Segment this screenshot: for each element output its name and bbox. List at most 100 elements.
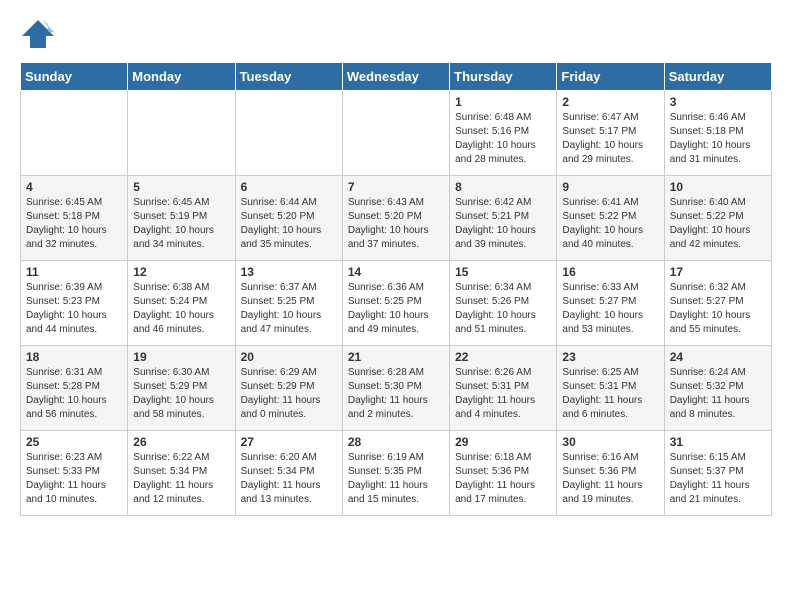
- calendar-cell: 10 Sunrise: 6:40 AM Sunset: 5:22 PM Dayli…: [664, 176, 771, 261]
- day-info: Sunrise: 6:29 AM Sunset: 5:29 PM Dayligh…: [241, 366, 337, 422]
- calendar-cell: 9 Sunrise: 6:41 AM Sunset: 5:22 PM Daylig…: [557, 176, 664, 261]
- weekday-header-friday: Friday: [557, 63, 664, 91]
- calendar-table: SundayMondayTuesdayWednesdayThursdayFrid…: [20, 62, 772, 516]
- day-number: 3: [670, 95, 766, 109]
- weekday-header-tuesday: Tuesday: [235, 63, 342, 91]
- day-number: 29: [455, 435, 551, 449]
- calendar-cell: 16 Sunrise: 6:33 AM Sunset: 5:27 PM Dayli…: [557, 261, 664, 346]
- day-number: 23: [562, 350, 658, 364]
- calendar-cell: 26 Sunrise: 6:22 AM Sunset: 5:34 PM Dayli…: [128, 431, 235, 516]
- day-number: 1: [455, 95, 551, 109]
- day-number: 19: [133, 350, 229, 364]
- day-info: Sunrise: 6:33 AM Sunset: 5:27 PM Dayligh…: [562, 281, 658, 337]
- calendar-cell: 27 Sunrise: 6:20 AM Sunset: 5:34 PM Dayli…: [235, 431, 342, 516]
- calendar-cell: 15Sunrise: 6:34 AM Sunset: 5:26 PM Dayli…: [450, 261, 557, 346]
- calendar-cell: [128, 91, 235, 176]
- calendar-cell: 19 Sunrise: 6:30 AM Sunset: 5:29 PM Dayli…: [128, 346, 235, 431]
- day-info: Sunrise: 6:45 AM Sunset: 5:18 PM Dayligh…: [26, 196, 122, 252]
- day-number: 9: [562, 180, 658, 194]
- day-number: 14: [348, 265, 444, 279]
- day-number: 5: [133, 180, 229, 194]
- day-info: Sunrise: 6:40 AM Sunset: 5:22 PM Dayligh…: [670, 196, 766, 252]
- day-number: 2: [562, 95, 658, 109]
- day-info: Sunrise: 6:42 AM Sunset: 5:21 PM Dayligh…: [455, 196, 551, 252]
- calendar-cell: [235, 91, 342, 176]
- logo-icon: [20, 16, 56, 52]
- day-number: 24: [670, 350, 766, 364]
- day-number: 25: [26, 435, 122, 449]
- day-number: 18: [26, 350, 122, 364]
- weekday-header-monday: Monday: [128, 63, 235, 91]
- day-info: Sunrise: 6:36 AM Sunset: 5:25 PM Dayligh…: [348, 281, 444, 337]
- day-info: Sunrise: 6:37 AM Sunset: 5:25 PM Dayligh…: [241, 281, 337, 337]
- day-number: 27: [241, 435, 337, 449]
- calendar-cell: 28 Sunrise: 6:19 AM Sunset: 5:35 PM Dayli…: [342, 431, 449, 516]
- day-number: 4: [26, 180, 122, 194]
- weekday-header-wednesday: Wednesday: [342, 63, 449, 91]
- calendar-cell: 12 Sunrise: 6:38 AM Sunset: 5:24 PM Dayli…: [128, 261, 235, 346]
- day-info: Sunrise: 6:19 AM Sunset: 5:35 PM Dayligh…: [348, 451, 444, 507]
- day-info: Sunrise: 6:15 AM Sunset: 5:37 PM Dayligh…: [670, 451, 766, 507]
- calendar-cell: 1 Sunrise: 6:48 AM Sunset: 5:16 PM Daylig…: [450, 91, 557, 176]
- calendar-cell: 13 Sunrise: 6:37 AM Sunset: 5:25 PM Dayli…: [235, 261, 342, 346]
- calendar-cell: 6Sunrise: 6:44 AM Sunset: 5:20 PM Daylig…: [235, 176, 342, 261]
- calendar-cell: 31Sunrise: 6:15 AM Sunset: 5:37 PM Dayli…: [664, 431, 771, 516]
- day-number: 13: [241, 265, 337, 279]
- calendar-cell: 25 Sunrise: 6:23 AM Sunset: 5:33 PM Dayli…: [21, 431, 128, 516]
- weekday-header-thursday: Thursday: [450, 63, 557, 91]
- day-number: 10: [670, 180, 766, 194]
- calendar-cell: 18 Sunrise: 6:31 AM Sunset: 5:28 PM Dayli…: [21, 346, 128, 431]
- day-number: 28: [348, 435, 444, 449]
- day-number: 8: [455, 180, 551, 194]
- weekday-header-sunday: Sunday: [21, 63, 128, 91]
- day-info: Sunrise: 6:32 AM Sunset: 5:27 PM Dayligh…: [670, 281, 766, 337]
- page-header: [20, 16, 772, 52]
- day-number: 26: [133, 435, 229, 449]
- calendar-cell: 14 Sunrise: 6:36 AM Sunset: 5:25 PM Dayli…: [342, 261, 449, 346]
- day-info: Sunrise: 6:31 AM Sunset: 5:28 PM Dayligh…: [26, 366, 122, 422]
- calendar-cell: 8 Sunrise: 6:42 AM Sunset: 5:21 PM Daylig…: [450, 176, 557, 261]
- day-number: 11: [26, 265, 122, 279]
- day-info: Sunrise: 6:45 AM Sunset: 5:19 PM Dayligh…: [133, 196, 229, 252]
- day-info: Sunrise: 6:25 AM Sunset: 5:31 PM Dayligh…: [562, 366, 658, 422]
- day-number: 6: [241, 180, 337, 194]
- day-number: 15: [455, 265, 551, 279]
- day-info: Sunrise: 6:30 AM Sunset: 5:29 PM Dayligh…: [133, 366, 229, 422]
- day-info: Sunrise: 6:38 AM Sunset: 5:24 PM Dayligh…: [133, 281, 229, 337]
- calendar-cell: 5 Sunrise: 6:45 AM Sunset: 5:19 PM Daylig…: [128, 176, 235, 261]
- calendar-cell: 23 Sunrise: 6:25 AM Sunset: 5:31 PM Dayli…: [557, 346, 664, 431]
- day-info: Sunrise: 6:22 AM Sunset: 5:34 PM Dayligh…: [133, 451, 229, 507]
- day-number: 22: [455, 350, 551, 364]
- day-info: Sunrise: 6:23 AM Sunset: 5:33 PM Dayligh…: [26, 451, 122, 507]
- day-info: Sunrise: 6:18 AM Sunset: 5:36 PM Dayligh…: [455, 451, 551, 507]
- day-info: Sunrise: 6:46 AM Sunset: 5:18 PM Dayligh…: [670, 111, 766, 167]
- weekday-header-saturday: Saturday: [664, 63, 771, 91]
- day-info: Sunrise: 6:16 AM Sunset: 5:36 PM Dayligh…: [562, 451, 658, 507]
- day-number: 17: [670, 265, 766, 279]
- day-info: Sunrise: 6:24 AM Sunset: 5:32 PM Dayligh…: [670, 366, 766, 422]
- calendar-cell: [342, 91, 449, 176]
- day-number: 30: [562, 435, 658, 449]
- calendar-cell: 7 Sunrise: 6:43 AM Sunset: 5:20 PM Daylig…: [342, 176, 449, 261]
- day-info: Sunrise: 6:48 AM Sunset: 5:16 PM Dayligh…: [455, 111, 551, 167]
- calendar-cell: 20 Sunrise: 6:29 AM Sunset: 5:29 PM Dayli…: [235, 346, 342, 431]
- calendar-cell: 11 Sunrise: 6:39 AM Sunset: 5:23 PM Dayli…: [21, 261, 128, 346]
- calendar-cell: 4 Sunrise: 6:45 AM Sunset: 5:18 PM Daylig…: [21, 176, 128, 261]
- day-info: Sunrise: 6:41 AM Sunset: 5:22 PM Dayligh…: [562, 196, 658, 252]
- day-number: 20: [241, 350, 337, 364]
- day-number: 16: [562, 265, 658, 279]
- day-info: Sunrise: 6:20 AM Sunset: 5:34 PM Dayligh…: [241, 451, 337, 507]
- day-info: Sunrise: 6:43 AM Sunset: 5:20 PM Dayligh…: [348, 196, 444, 252]
- calendar-cell: 30 Sunrise: 6:16 AM Sunset: 5:36 PM Dayli…: [557, 431, 664, 516]
- calendar-cell: 22 Sunrise: 6:26 AM Sunset: 5:31 PM Dayli…: [450, 346, 557, 431]
- calendar-cell: 17 Sunrise: 6:32 AM Sunset: 5:27 PM Dayli…: [664, 261, 771, 346]
- calendar-cell: 21Sunrise: 6:28 AM Sunset: 5:30 PM Dayli…: [342, 346, 449, 431]
- calendar-cell: 29 Sunrise: 6:18 AM Sunset: 5:36 PM Dayli…: [450, 431, 557, 516]
- day-info: Sunrise: 6:47 AM Sunset: 5:17 PM Dayligh…: [562, 111, 658, 167]
- day-number: 7: [348, 180, 444, 194]
- day-info: Sunrise: 6:26 AM Sunset: 5:31 PM Dayligh…: [455, 366, 551, 422]
- calendar-cell: 24 Sunrise: 6:24 AM Sunset: 5:32 PM Dayli…: [664, 346, 771, 431]
- day-number: 12: [133, 265, 229, 279]
- day-info: Sunrise: 6:39 AM Sunset: 5:23 PM Dayligh…: [26, 281, 122, 337]
- day-number: 21: [348, 350, 444, 364]
